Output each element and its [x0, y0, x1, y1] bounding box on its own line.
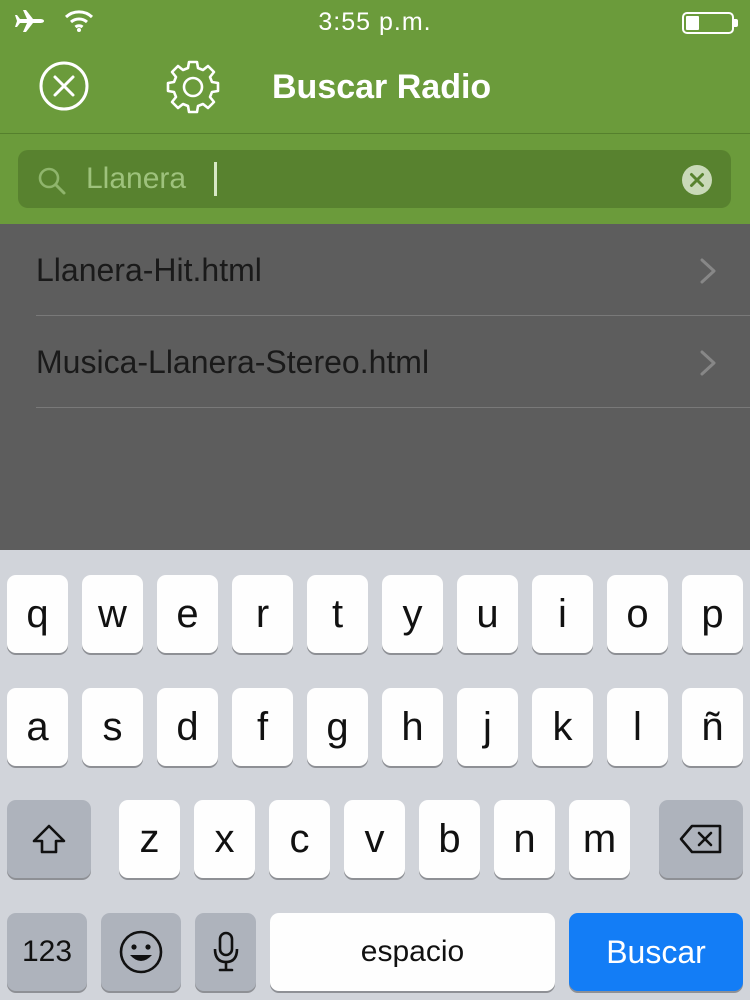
search-icon	[36, 165, 68, 202]
microphone-icon	[213, 931, 238, 972]
key[interactable]: d	[157, 688, 218, 766]
search-bar	[18, 150, 731, 208]
list-item[interactable]: Llanera-Hit.html	[0, 224, 750, 316]
space-key[interactable]: espacio	[270, 913, 555, 991]
keyboard: q w e r t y u i o p a s d f g h j k l ñ …	[0, 550, 750, 1000]
key[interactable]: f	[232, 688, 293, 766]
page-title: Buscar Radio	[272, 68, 492, 106]
emoji-icon	[119, 930, 163, 974]
emoji-key[interactable]	[101, 913, 181, 991]
navigation-bar: Buscar Radio	[0, 44, 750, 134]
result-label: Llanera-Hit.html	[36, 252, 262, 288]
key[interactable]: w	[82, 575, 143, 653]
key[interactable]: x	[194, 800, 255, 878]
key[interactable]: g	[307, 688, 368, 766]
key[interactable]: b	[419, 800, 480, 878]
status-bar: 3:55 p.m.	[0, 0, 750, 44]
shift-icon	[32, 824, 66, 854]
key[interactable]: e	[157, 575, 218, 653]
key[interactable]: i	[532, 575, 593, 653]
key[interactable]: v	[344, 800, 405, 878]
search-input[interactable]	[86, 158, 666, 200]
status-time: 3:55 p.m.	[318, 8, 432, 36]
key[interactable]: p	[682, 575, 743, 653]
key[interactable]: t	[307, 575, 368, 653]
divider	[36, 407, 750, 408]
list-item[interactable]: Musica-Llanera-Stereo.html	[0, 316, 750, 408]
backspace-icon	[679, 824, 722, 854]
text-cursor	[214, 162, 217, 196]
close-circle-icon	[39, 61, 89, 111]
clear-search-button[interactable]	[681, 164, 713, 201]
key[interactable]: r	[232, 575, 293, 653]
key[interactable]: q	[7, 575, 68, 653]
close-button[interactable]	[38, 60, 90, 117]
key[interactable]: o	[607, 575, 668, 653]
key[interactable]: z	[119, 800, 180, 878]
gear-icon	[166, 60, 220, 114]
clear-icon	[682, 165, 712, 195]
result-label: Musica-Llanera-Stereo.html	[36, 344, 430, 380]
key[interactable]: s	[82, 688, 143, 766]
battery-level	[686, 16, 699, 30]
results-list: Llanera-Hit.html Musica-Llanera-Stereo.h…	[0, 224, 750, 408]
backspace-key[interactable]	[659, 800, 743, 878]
key[interactable]: u	[457, 575, 518, 653]
key[interactable]: a	[7, 688, 68, 766]
numbers-key[interactable]: 123	[7, 913, 87, 991]
key[interactable]: m	[569, 800, 630, 878]
shift-key[interactable]	[7, 800, 91, 878]
search-key[interactable]: Buscar	[569, 913, 743, 991]
battery-icon	[682, 12, 738, 34]
microphone-key[interactable]	[195, 913, 256, 991]
chevron-right-icon	[700, 350, 716, 381]
key[interactable]: n	[494, 800, 555, 878]
key[interactable]: y	[382, 575, 443, 653]
key[interactable]: l	[607, 688, 668, 766]
key[interactable]: j	[457, 688, 518, 766]
settings-button[interactable]	[164, 58, 222, 121]
chevron-right-icon	[700, 258, 716, 289]
key[interactable]: k	[532, 688, 593, 766]
key[interactable]: h	[382, 688, 443, 766]
key[interactable]: ñ	[682, 688, 743, 766]
key[interactable]: c	[269, 800, 330, 878]
